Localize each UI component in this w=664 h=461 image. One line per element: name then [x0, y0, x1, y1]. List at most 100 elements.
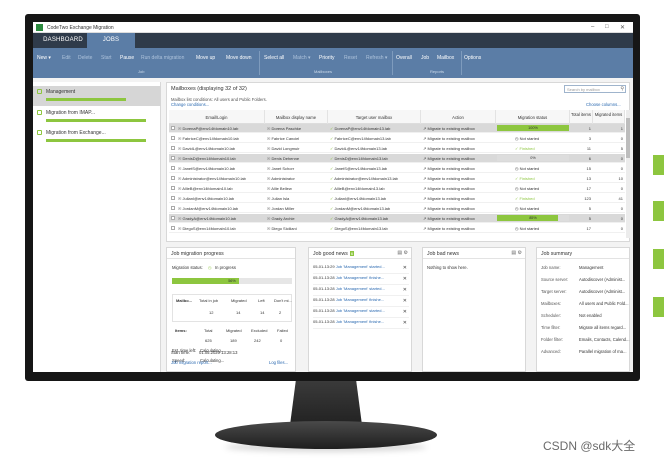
- summary-value: All users and Public Fold...: [579, 301, 629, 306]
- row-checkbox[interactable]: [171, 176, 175, 180]
- table-row[interactable]: ✉ AllieB@env14fdomain10.lab ✉ Allie Belle…: [169, 184, 625, 193]
- list-item[interactable]: 05-01-13:28 Job 'Management' started... ✕: [313, 308, 409, 318]
- news-text[interactable]: Job 'Management' finishe...: [336, 297, 384, 302]
- match-button[interactable]: Match ▾: [293, 55, 311, 61]
- column-header-display-name[interactable]: Mailbox display name: [265, 110, 328, 124]
- mailbox-search-input[interactable]: Search by mailbox ⚲: [564, 85, 626, 93]
- overall-report-button[interactable]: Overall: [396, 55, 412, 61]
- column-header-label: Target user mailbox: [355, 115, 393, 120]
- column-header-action[interactable]: Action: [421, 110, 496, 124]
- stats-header: Total in job: [199, 298, 219, 303]
- run-delta-migration-button[interactable]: Run delta migration: [141, 55, 184, 61]
- scrollbar-thumb[interactable]: [626, 118, 630, 158]
- change-conditions-link[interactable]: Change conditions...: [171, 102, 209, 107]
- row-checkbox[interactable]: [171, 146, 175, 150]
- close-icon[interactable]: ✕: [620, 24, 625, 31]
- row-checkbox[interactable]: [171, 226, 175, 230]
- cell-display-name: ✉ Julian Isla: [267, 196, 327, 201]
- new-button-label: New: [37, 55, 48, 61]
- column-header-email[interactable]: Email/Login: [169, 110, 265, 124]
- edit-button[interactable]: Edit: [62, 55, 71, 61]
- list-item[interactable]: 05-01-13:28 Job 'Management' started... ✕: [313, 286, 409, 296]
- table-row[interactable]: ✉ GradyA@env14fdomain10.lab ✉ Grady Archi…: [169, 214, 625, 223]
- ribbon-group-job-label: Job: [138, 69, 145, 74]
- green-side-tab: [653, 155, 664, 175]
- news-text[interactable]: Job 'Management' finishe...: [336, 275, 384, 280]
- close-icon[interactable]: ✕: [403, 276, 407, 282]
- table-row[interactable]: ✉ JordanM@env14fdomain10.lab ✉ Jordan Mil…: [169, 204, 625, 213]
- column-header-target[interactable]: Target user mailbox: [328, 110, 421, 124]
- close-icon[interactable]: ✕: [403, 298, 407, 304]
- clock-icon: ◷: [515, 136, 519, 141]
- start-button[interactable]: Start: [101, 55, 112, 61]
- sidebar-item-management[interactable]: Management: [33, 86, 161, 106]
- close-icon[interactable]: ✕: [403, 287, 407, 293]
- row-checkbox[interactable]: [171, 216, 175, 220]
- table-row[interactable]: ✉ JanetS@env14fdomain10.lab ✉ Janet Schor…: [169, 164, 625, 173]
- gear-icon[interactable]: ⚙: [518, 250, 522, 256]
- table-row[interactable]: ✉ Administrator@env14fdomain10.lab ✉ Admi…: [169, 174, 625, 183]
- column-header-total[interactable]: Total items: [570, 110, 593, 124]
- app-logo-icon: [36, 24, 43, 31]
- column-header-label: Action: [452, 115, 464, 120]
- mailbox-scrollbar[interactable]: [626, 110, 630, 238]
- job-report-button[interactable]: Job: [421, 55, 429, 61]
- close-icon[interactable]: ✕: [403, 309, 407, 315]
- mailbox-report-button[interactable]: Mailbox: [437, 55, 454, 61]
- minimize-icon[interactable]: –: [591, 24, 594, 30]
- news-text[interactable]: Job 'Management' started...: [336, 264, 385, 269]
- migration-status-value: In progress: [215, 265, 236, 270]
- row-checkbox[interactable]: [171, 186, 175, 190]
- log-files-link[interactable]: Log files...: [269, 360, 288, 365]
- cell-display-name-text: Allie Bellew: [271, 186, 292, 191]
- list-item[interactable]: 05-01-13:29 Job 'Management' started... ✕: [313, 264, 409, 274]
- tab-jobs[interactable]: JOBS: [87, 33, 135, 48]
- table-row[interactable]: ✉ FabriceC@env14fdomain10.lab ✉ Fabrice C…: [169, 134, 625, 143]
- row-checkbox[interactable]: [171, 206, 175, 210]
- gear-icon[interactable]: ⚙: [404, 250, 408, 256]
- table-row[interactable]: ✉ DenisD@env14fdomain10.lab ✉ Denis Dehen…: [169, 154, 625, 163]
- job-migration-report-link[interactable]: Job migration report...: [171, 360, 212, 365]
- cell-target-text: AllieB@env14fdomain13.lab: [334, 186, 385, 191]
- choose-columns-link[interactable]: Choose columns...: [586, 102, 621, 107]
- close-icon[interactable]: ✕: [403, 320, 407, 326]
- job-summary-panel: Job summary Job name: Management Source se…: [536, 247, 630, 372]
- new-button[interactable]: New ▾: [37, 55, 51, 61]
- priority-button[interactable]: Priority: [319, 55, 335, 61]
- row-checkbox[interactable]: [171, 166, 175, 170]
- list-item[interactable]: 05-01-13:28 Job 'Management' finishe... ✕: [313, 319, 409, 329]
- list-item[interactable]: 05-01-13:28 Job 'Management' finishe... ✕: [313, 275, 409, 285]
- table-row[interactable]: ✉ DiegoS@env14fdomain10.lab ✉ Diego Sicil…: [169, 224, 625, 233]
- table-row[interactable]: ✉ DorenaP@env14fdomain10.lab ✉ Dorena Pas…: [169, 124, 625, 133]
- column-header-status[interactable]: Migration status: [496, 110, 570, 124]
- delete-button[interactable]: Delete: [78, 55, 92, 61]
- tab-dashboard[interactable]: DASHBOARD: [39, 33, 87, 48]
- sidebar-item-imap[interactable]: Migration from IMAP...: [33, 107, 161, 127]
- move-up-button[interactable]: Move up: [196, 55, 215, 61]
- close-icon[interactable]: ✕: [403, 265, 407, 271]
- migrate-arrow-icon: ↗: [423, 186, 427, 191]
- options-button[interactable]: Options: [464, 55, 481, 61]
- move-down-button[interactable]: Move down: [226, 55, 252, 61]
- export-icon[interactable]: ▤: [511, 250, 516, 256]
- table-row[interactable]: ✉ JulianI@env14fdomain10.lab ✉ Julian Isl…: [169, 194, 625, 203]
- row-checkbox[interactable]: [171, 126, 175, 130]
- maximize-icon[interactable]: □: [605, 24, 609, 30]
- row-checkbox[interactable]: [171, 156, 175, 160]
- cell-email-text: AllieB@env14fdomain10.lab: [182, 186, 233, 191]
- column-header-migrated[interactable]: Migrated items: [593, 110, 625, 124]
- list-item[interactable]: 05-01-13:28 Job 'Management' finishe... ✕: [313, 297, 409, 307]
- row-checkbox[interactable]: [171, 196, 175, 200]
- export-icon[interactable]: ▤: [397, 250, 402, 256]
- reset-button[interactable]: Reset: [344, 55, 357, 61]
- news-text[interactable]: Job 'Management' finishe...: [336, 319, 384, 324]
- ribbon-toolbar: New ▾ Edit Delete Start Pause Run delta …: [33, 48, 633, 78]
- refresh-button[interactable]: Refresh ▾: [366, 55, 387, 61]
- sidebar-item-exchange[interactable]: Migration from Exchange...: [33, 127, 161, 147]
- select-all-button[interactable]: Select all: [264, 55, 284, 61]
- table-row[interactable]: ✉ DavidL@env14fdomain10.lab ✉ David Longm…: [169, 144, 625, 153]
- pause-button[interactable]: Pause: [120, 55, 134, 61]
- news-text[interactable]: Job 'Management' started...: [336, 286, 385, 291]
- news-text[interactable]: Job 'Management' started...: [336, 308, 385, 313]
- row-checkbox[interactable]: [171, 136, 175, 140]
